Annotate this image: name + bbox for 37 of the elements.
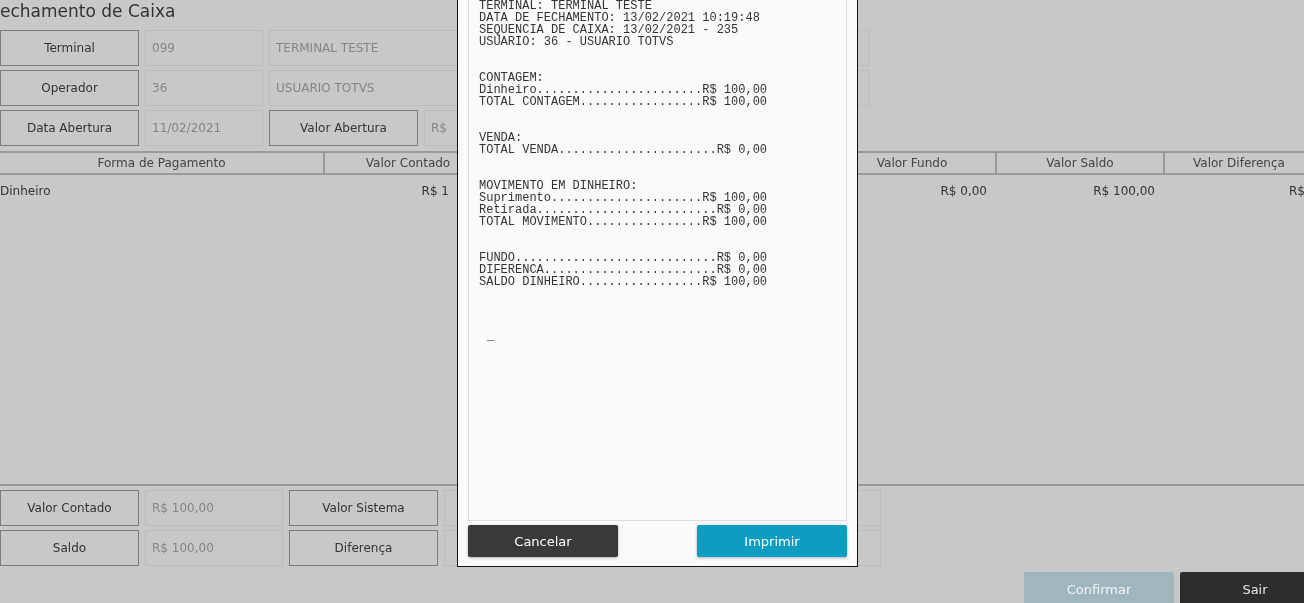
field-label-button[interactable]: Valor Abertura [269,110,418,146]
field-label-button[interactable]: Data Abertura [0,110,139,146]
text-cursor: _ [486,330,495,342]
field-label-button[interactable]: Valor Contado [0,490,139,526]
column-header[interactable]: Forma de Pagamento [0,153,325,173]
footer-button[interactable]: Sair [1180,572,1304,603]
table-cell: R$ 100,00 [1093,184,1155,198]
cancel-button[interactable]: Cancelar [468,525,618,557]
receipt-line: TOTAL CONTAGEM.................R$ 100,00 [479,96,769,108]
receipt-line: CONTAGEM: [479,72,544,84]
field-label-button[interactable]: Terminal [0,30,139,66]
field-label-button[interactable]: Operador [0,70,139,106]
receipt-line: SALDO DINHEIRO.................R$ 100,00 [479,276,769,288]
receipt-line: TOTAL MOVIMENTO................R$ 100,00 [479,216,769,228]
receipt-line: USUARIO: 36 - USUARIO TOTVS [479,36,675,48]
receipt-line: MOVIMENTO EM DINHEIRO: [479,180,638,192]
receipt-line: TOTAL VENDA......................R$ 0,00 [479,144,769,156]
table-cell: R$ 1 [421,184,449,198]
receipt-line: DATA DE FECHAMENTO: 13/02/2021 10:19:48 [479,12,761,24]
field-label-button[interactable]: Saldo [0,530,139,566]
field-label-button[interactable]: Valor Sistema [289,490,438,526]
table-cell: R$ [1289,184,1304,198]
column-header[interactable]: Valor Saldo [997,153,1165,173]
receipt-line: VENDA: [479,132,523,144]
table-cell: R$ 0,00 [940,184,987,198]
receipt-line: TERMINAL: TERMINAL TESTE [479,0,652,12]
table-cell: Dinheiro [0,184,51,198]
receipt-line: Dinheiro.......................R$ 100,00 [479,84,769,96]
receipt-line: Retirada.........................R$ 0,00 [479,204,769,216]
column-header[interactable]: Valor Diferença [1165,153,1304,173]
receipt-line: DIFERENCA........................R$ 0,00 [479,264,769,276]
print-button[interactable]: Imprimir [697,525,847,557]
receipt-line: SEQUENCIA DE CAIXA: 13/02/2021 - 235 [479,24,740,36]
receipt-line: FUNDO............................R$ 0,00 [479,252,769,264]
field-label-button[interactable]: Diferença [289,530,438,566]
page-title: echamento de Caixa [0,0,176,22]
receipt-line: Suprimento.....................R$ 100,00 [479,192,769,204]
